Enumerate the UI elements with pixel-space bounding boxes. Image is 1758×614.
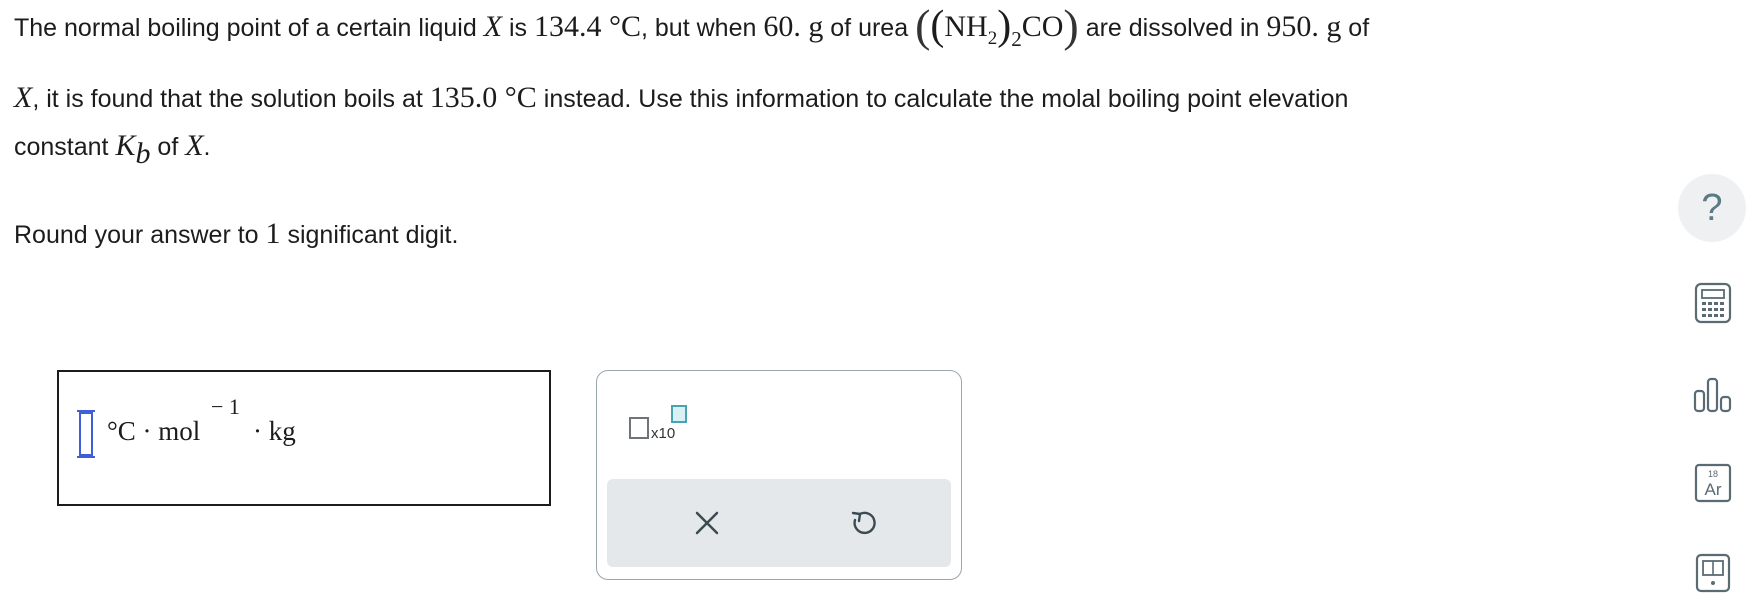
- calculator-button[interactable]: [1680, 270, 1746, 336]
- math-keypad: x10: [596, 370, 962, 580]
- periodic-table-button[interactable]: 18 Ar: [1680, 450, 1746, 516]
- reference-book-icon: [1695, 553, 1731, 593]
- answer-input[interactable]: [77, 410, 95, 458]
- undo-button[interactable]: [843, 503, 883, 543]
- undo-icon: [851, 511, 876, 535]
- question-text: of urea: [823, 14, 916, 42]
- question-text: are dissolved in: [1078, 14, 1267, 42]
- question-text: , it is found that the solution boils at: [32, 85, 430, 113]
- kb-symbol: K: [115, 129, 136, 162]
- unit-exponent: − 1: [211, 394, 240, 419]
- keypad-actions: [607, 479, 951, 567]
- question-text: instead. Use this information to calcula…: [536, 85, 1349, 113]
- solvent-mass: 950. g: [1266, 10, 1342, 43]
- reference-button[interactable]: [1680, 540, 1746, 606]
- urea-formula: ((NH2)2CO): [915, 0, 1079, 51]
- data-chart-button[interactable]: [1680, 362, 1746, 428]
- solute-mass: 60. g: [763, 10, 824, 43]
- question-text: .: [203, 133, 211, 161]
- mantissa-box-icon: [629, 417, 649, 439]
- bar-chart-icon: [1693, 377, 1732, 413]
- question-text: significant digit.: [280, 221, 459, 249]
- x10-label: x10: [651, 425, 676, 442]
- question-text: of: [1341, 14, 1370, 42]
- periodic-table-icon: 18 Ar: [1694, 463, 1732, 503]
- clear-button[interactable]: [687, 503, 727, 543]
- question-text: Round your answer to: [14, 221, 266, 249]
- variable-x: X: [483, 10, 503, 43]
- rounding-instruction: Round your answer to 1 significant digit…: [14, 219, 458, 250]
- question-text: The normal boiling point of a certain li…: [14, 14, 484, 42]
- normal-boiling-point: 134.4 °C: [534, 10, 642, 43]
- question-line-1: The normal boiling point of a certain li…: [14, 0, 1370, 51]
- significant-digits: 1: [265, 217, 281, 250]
- variable-x: X: [185, 129, 204, 162]
- help-button[interactable]: ?: [1678, 174, 1746, 242]
- atomic-number: 18: [1708, 469, 1718, 479]
- element-symbol: Ar: [1705, 480, 1722, 499]
- answer-box[interactable]: °C · mol − 1 · kg: [57, 370, 551, 506]
- close-icon: [695, 511, 719, 535]
- help-icon: ?: [1701, 186, 1723, 229]
- question-text: constant: [14, 133, 116, 161]
- question-text: of: [150, 133, 186, 161]
- calculator-icon: [1694, 282, 1732, 324]
- question-text: , but when: [641, 14, 764, 42]
- question-line-3: constant Kb of X.: [14, 129, 211, 170]
- exponent-box-icon: [671, 405, 687, 423]
- question-line-2: X, it is found that the solution boils a…: [14, 83, 1348, 114]
- question-text: is: [502, 14, 534, 42]
- variable-x: X: [14, 81, 33, 114]
- scientific-notation-button[interactable]: x10: [629, 403, 689, 447]
- solution-boiling-point: 135.0 °C: [429, 81, 537, 114]
- unit-celsius-mol: °C · mol: [107, 416, 201, 446]
- unit-kg: · kg: [253, 416, 296, 446]
